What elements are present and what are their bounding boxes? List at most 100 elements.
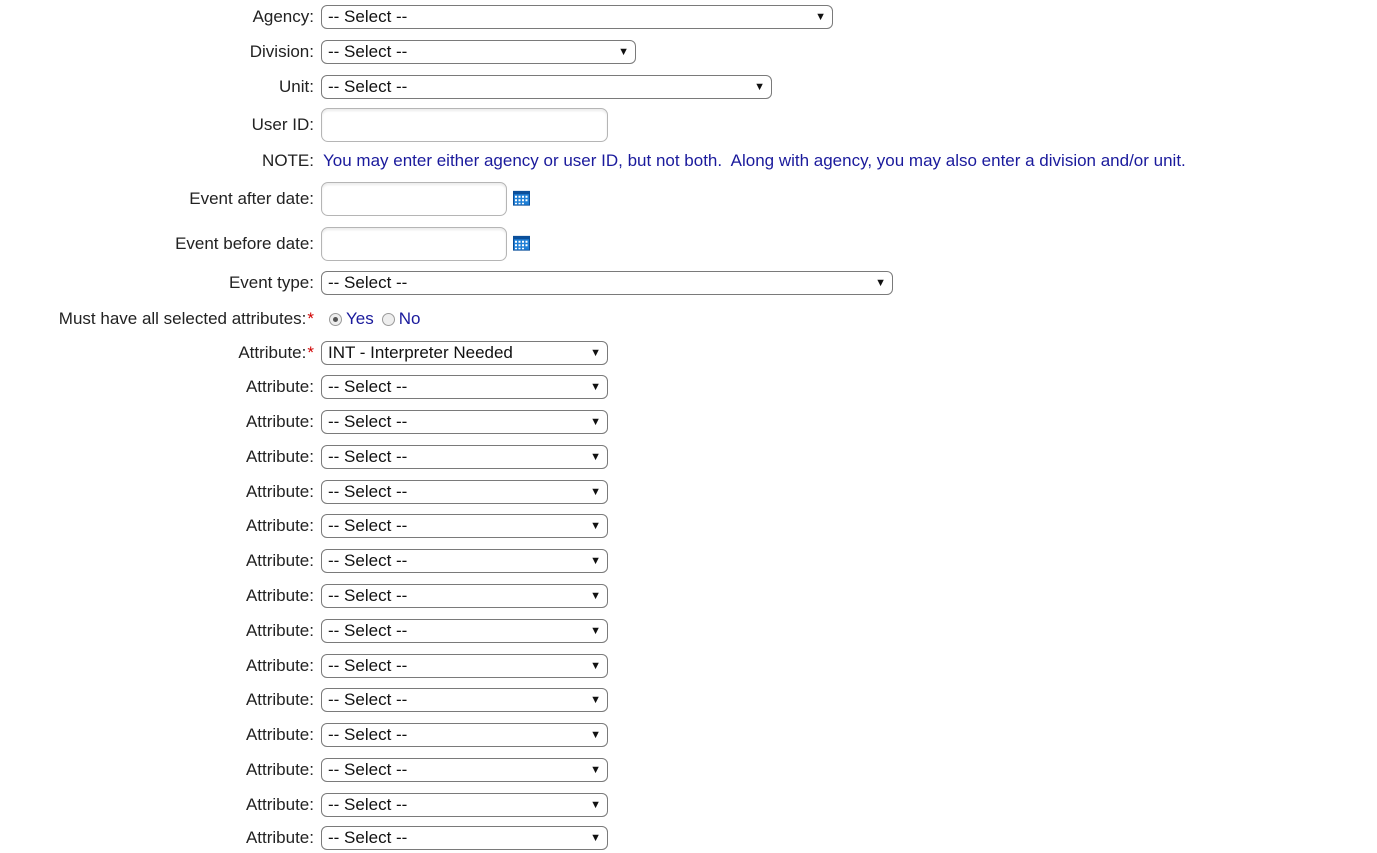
attribute-row: Attribute: -- Select -- ▼ (0, 407, 1377, 437)
attribute-select-value: INT - Interpreter Needed (328, 343, 513, 362)
event-before-input[interactable] (321, 227, 507, 261)
attribute-select-required[interactable]: INT - Interpreter Needed ▼ (321, 341, 608, 365)
note-text: You may enter either agency or user ID, … (323, 151, 1186, 170)
must-have-row: Must have all selected attributes:* Yes … (0, 304, 1377, 334)
attribute-select-value: -- Select -- (328, 482, 408, 501)
attribute-row: Attribute: -- Select -- ▼ (0, 790, 1377, 820)
attribute-required-row: Attribute:* INT - Interpreter Needed ▼ (0, 338, 1377, 368)
dropdown-arrow-icon: ▼ (754, 81, 765, 93)
attribute-label: Attribute: (245, 690, 314, 709)
dropdown-arrow-icon: ▼ (590, 694, 601, 706)
must-have-radio-group: Yes No (329, 309, 420, 329)
attribute-label: Attribute: (245, 447, 314, 466)
must-have-label: Must have all selected attributes:* (58, 309, 314, 328)
radio-yes-label[interactable]: Yes (346, 309, 374, 329)
attribute-select[interactable]: -- Select -- ▼ (321, 584, 608, 608)
note-label: NOTE: (262, 151, 314, 170)
dropdown-arrow-icon: ▼ (590, 347, 601, 359)
attribute-label: Attribute: (245, 725, 314, 744)
agency-label: Agency: (252, 7, 314, 26)
attribute-label: Attribute: (245, 412, 314, 431)
dropdown-arrow-icon: ▼ (590, 416, 601, 428)
unit-label: Unit: (279, 77, 314, 96)
attribute-select-value: -- Select -- (328, 795, 408, 814)
attribute-select-value: -- Select -- (328, 377, 408, 396)
dropdown-arrow-icon: ▼ (590, 729, 601, 741)
attribute-label: Attribute: (245, 586, 314, 605)
attribute-select[interactable]: -- Select -- ▼ (321, 514, 608, 538)
attribute-select-value: -- Select -- (328, 828, 408, 847)
radio-yes[interactable] (329, 312, 342, 326)
calendar-icon[interactable] (513, 190, 530, 206)
dropdown-arrow-icon: ▼ (590, 381, 601, 393)
attribute-row: Attribute: -- Select -- ▼ (0, 546, 1377, 576)
attribute-select-value: -- Select -- (328, 725, 408, 744)
dropdown-arrow-icon: ▼ (590, 832, 601, 844)
attribute-row: Attribute: -- Select -- ▼ (0, 477, 1377, 507)
attribute-label: Attribute: (245, 621, 314, 640)
dropdown-arrow-icon: ▼ (590, 486, 601, 498)
attribute-label: Attribute: (245, 656, 314, 675)
attribute-row: Attribute: -- Select -- ▼ (0, 511, 1377, 541)
dropdown-arrow-icon: ▼ (590, 764, 601, 776)
division-row: Division: -- Select -- ▼ (0, 37, 1377, 67)
dropdown-arrow-icon: ▼ (590, 625, 601, 637)
agency-select[interactable]: -- Select -- ▼ (321, 5, 833, 29)
attribute-label: Attribute: (245, 516, 314, 535)
attribute-label: Attribute: (245, 760, 314, 779)
agency-select-value: -- Select -- (328, 7, 408, 26)
dropdown-arrow-icon: ▼ (815, 11, 826, 23)
event-after-input[interactable] (321, 182, 507, 216)
calendar-icon[interactable] (513, 235, 530, 251)
attribute-row: Attribute: -- Select -- ▼ (0, 755, 1377, 785)
required-marker: * (307, 343, 314, 362)
attribute-select[interactable]: -- Select -- ▼ (321, 480, 608, 504)
attribute-select[interactable]: -- Select -- ▼ (321, 688, 608, 712)
attribute-select[interactable]: -- Select -- ▼ (321, 654, 608, 678)
attribute-select[interactable]: -- Select -- ▼ (321, 723, 608, 747)
attribute-row: Attribute: -- Select -- ▼ (0, 651, 1377, 681)
division-select[interactable]: -- Select -- ▼ (321, 40, 636, 64)
unit-select-value: -- Select -- (328, 77, 408, 96)
attribute-label: Attribute: (245, 377, 314, 396)
radio-no[interactable] (381, 312, 395, 326)
attribute-select[interactable]: -- Select -- ▼ (321, 410, 608, 434)
dropdown-arrow-icon: ▼ (618, 46, 629, 58)
dropdown-arrow-icon: ▼ (590, 660, 601, 672)
event-type-select-value: -- Select -- (328, 273, 408, 292)
attribute-select-value: -- Select -- (328, 412, 408, 431)
event-type-select[interactable]: -- Select -- ▼ (321, 271, 893, 295)
attribute-select[interactable]: -- Select -- ▼ (321, 793, 608, 817)
event-type-row: Event type: -- Select -- ▼ (0, 268, 1377, 298)
attribute-row: Attribute: -- Select -- ▼ (0, 442, 1377, 472)
unit-row: Unit: -- Select -- ▼ (0, 72, 1377, 102)
radio-no-label[interactable]: No (399, 309, 421, 329)
division-label: Division: (249, 42, 314, 61)
dropdown-arrow-icon: ▼ (590, 555, 601, 567)
attribute-select[interactable]: -- Select -- ▼ (321, 758, 608, 782)
attribute-select-value: -- Select -- (328, 516, 408, 535)
attribute-select[interactable]: -- Select -- ▼ (321, 619, 608, 643)
attribute-row: Attribute: -- Select -- ▼ (0, 616, 1377, 646)
attribute-select[interactable]: -- Select -- ▼ (321, 549, 608, 573)
attribute-select-value: -- Select -- (328, 447, 408, 466)
attribute-select[interactable]: -- Select -- ▼ (321, 826, 608, 850)
event-before-row: Event before date: (0, 227, 1377, 261)
event-before-label: Event before date: (175, 234, 314, 253)
dropdown-arrow-icon: ▼ (590, 590, 601, 602)
user-id-label: User ID: (251, 115, 314, 134)
attribute-row: Attribute: -- Select -- ▼ (0, 372, 1377, 402)
attribute-select-value: -- Select -- (328, 690, 408, 709)
event-after-label: Event after date: (189, 189, 314, 208)
user-id-input[interactable] (321, 108, 608, 142)
attribute-select-value: -- Select -- (328, 760, 408, 779)
attribute-row: Attribute: -- Select -- ▼ (0, 720, 1377, 750)
dropdown-arrow-icon: ▼ (875, 277, 886, 289)
attribute-row: Attribute: -- Select -- ▼ (0, 685, 1377, 715)
attribute-select[interactable]: -- Select -- ▼ (321, 445, 608, 469)
attribute-label: Attribute: (245, 482, 314, 501)
note-row: NOTE: You may enter either agency or use… (0, 146, 1377, 176)
unit-select[interactable]: -- Select -- ▼ (321, 75, 772, 99)
attribute-select[interactable]: -- Select -- ▼ (321, 375, 608, 399)
attribute-label: Attribute: (245, 795, 314, 814)
